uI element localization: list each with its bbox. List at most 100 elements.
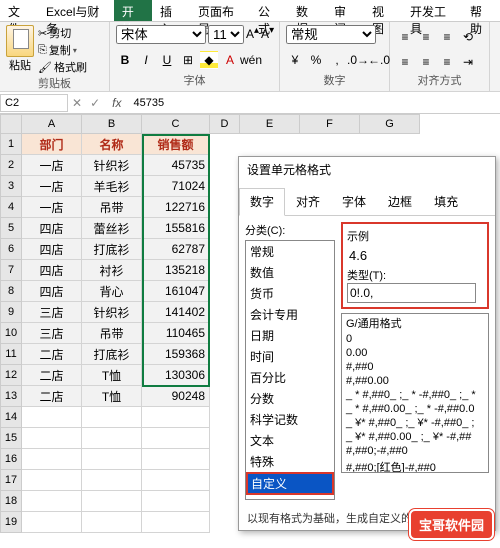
cell[interactable]: 四店: [22, 260, 82, 281]
cell[interactable]: 155816: [142, 218, 210, 239]
col-header[interactable]: G: [360, 114, 420, 134]
col-header[interactable]: B: [82, 114, 142, 134]
cell[interactable]: [22, 449, 82, 470]
bold-button[interactable]: B: [116, 51, 134, 69]
phonetic-button[interactable]: wén: [242, 51, 260, 69]
currency-button[interactable]: ¥: [286, 51, 304, 69]
row-header[interactable]: 10: [0, 323, 22, 344]
cell[interactable]: 三店: [22, 302, 82, 323]
cell[interactable]: 名称: [82, 134, 142, 155]
cell[interactable]: T恤: [82, 386, 142, 407]
menu-tab-10[interactable]: 帮助: [462, 0, 500, 21]
category-item[interactable]: 百分比: [246, 367, 334, 388]
cell[interactable]: 122716: [142, 197, 210, 218]
category-item[interactable]: 自定义: [246, 472, 334, 495]
cell[interactable]: 销售额: [142, 134, 210, 155]
row-header[interactable]: 7: [0, 260, 22, 281]
cell[interactable]: 针织衫: [82, 155, 142, 176]
align-bottom-icon[interactable]: ≡: [438, 28, 456, 46]
cell[interactable]: 吊带: [82, 323, 142, 344]
cell[interactable]: 135218: [142, 260, 210, 281]
cell[interactable]: 159368: [142, 344, 210, 365]
col-header[interactable]: D: [210, 114, 240, 134]
cell[interactable]: 二店: [22, 365, 82, 386]
row-header[interactable]: 14: [0, 407, 22, 428]
formula-input[interactable]: [129, 95, 500, 111]
align-top-icon[interactable]: ≡: [396, 28, 414, 46]
border-button[interactable]: ⊞: [179, 51, 197, 69]
cell[interactable]: 三店: [22, 323, 82, 344]
row-header[interactable]: 13: [0, 386, 22, 407]
cell[interactable]: [82, 407, 142, 428]
enter-icon[interactable]: ✓: [90, 96, 100, 110]
increase-font-icon[interactable]: A▴: [246, 25, 259, 44]
fill-color-button[interactable]: ◆: [200, 51, 218, 69]
cell[interactable]: 141402: [142, 302, 210, 323]
cancel-icon[interactable]: ✕: [72, 96, 82, 110]
cell[interactable]: 羊毛衫: [82, 176, 142, 197]
increase-decimal-button[interactable]: .0→: [349, 51, 367, 69]
cell[interactable]: [82, 428, 142, 449]
menu-tab-7[interactable]: 审阅: [326, 0, 364, 21]
menu-tab-4[interactable]: 页面布局: [190, 0, 250, 21]
decrease-font-icon[interactable]: A▾: [261, 25, 274, 44]
dialog-tab[interactable]: 字体: [331, 188, 377, 215]
cell[interactable]: [142, 407, 210, 428]
cell[interactable]: 130306: [142, 365, 210, 386]
cell[interactable]: 二店: [22, 344, 82, 365]
format-item[interactable]: 0.00: [342, 346, 488, 360]
format-item[interactable]: #,##0;-#,##0: [342, 444, 488, 458]
cell[interactable]: [82, 491, 142, 512]
cell[interactable]: [142, 491, 210, 512]
paste-label[interactable]: 粘贴: [9, 57, 31, 73]
format-item[interactable]: _ * #,##0_ ;_ * -#,##0_ ;_ *: [342, 388, 488, 402]
menu-tab-2[interactable]: 开始: [114, 0, 152, 21]
cell[interactable]: 打底衫: [82, 239, 142, 260]
category-item[interactable]: 特殊: [246, 451, 334, 472]
row-header[interactable]: 2: [0, 155, 22, 176]
col-header[interactable]: C: [142, 114, 210, 134]
copy-button[interactable]: ⎘复制▾: [38, 42, 87, 58]
cell[interactable]: 161047: [142, 281, 210, 302]
cell[interactable]: [22, 470, 82, 491]
cell[interactable]: [22, 491, 82, 512]
category-item[interactable]: 会计专用: [246, 304, 334, 325]
row-header[interactable]: 15: [0, 428, 22, 449]
decrease-decimal-button[interactable]: ←.0: [370, 51, 388, 69]
row-header[interactable]: 4: [0, 197, 22, 218]
cell[interactable]: 一店: [22, 155, 82, 176]
menu-tab-9[interactable]: 开发工具: [402, 0, 462, 21]
menu-tab-0[interactable]: 文件: [0, 0, 38, 21]
dialog-tab[interactable]: 填充: [423, 188, 469, 215]
format-item[interactable]: _ * #,##0.00_ ;_ * -#,##0.0: [342, 402, 488, 416]
cell[interactable]: 背心: [82, 281, 142, 302]
cell[interactable]: 71024: [142, 176, 210, 197]
underline-button[interactable]: U: [158, 51, 176, 69]
cell[interactable]: [82, 512, 142, 533]
category-item[interactable]: 货币: [246, 283, 334, 304]
cell[interactable]: 90248: [142, 386, 210, 407]
row-header[interactable]: 18: [0, 491, 22, 512]
category-item[interactable]: 时间: [246, 346, 334, 367]
cell[interactable]: [22, 407, 82, 428]
cell[interactable]: 吊带: [82, 197, 142, 218]
align-right-icon[interactable]: ≡: [438, 53, 456, 71]
cell[interactable]: [142, 470, 210, 491]
row-header[interactable]: 8: [0, 281, 22, 302]
number-format-select[interactable]: 常规: [286, 25, 376, 44]
format-item[interactable]: 0: [342, 332, 488, 346]
type-input[interactable]: [347, 283, 476, 303]
cell[interactable]: 110465: [142, 323, 210, 344]
font-color-button[interactable]: A: [221, 51, 239, 69]
menu-tab-8[interactable]: 视图: [364, 0, 402, 21]
dialog-tab[interactable]: 对齐: [285, 188, 331, 215]
cell[interactable]: T恤: [82, 365, 142, 386]
category-list[interactable]: 常规数值货币会计专用日期时间百分比分数科学记数文本特殊自定义: [245, 240, 335, 500]
cell[interactable]: 针织衫: [82, 302, 142, 323]
cell[interactable]: [142, 428, 210, 449]
cell[interactable]: 45735: [142, 155, 210, 176]
row-header[interactable]: 16: [0, 449, 22, 470]
cell[interactable]: 62787: [142, 239, 210, 260]
cut-button[interactable]: ✂剪切: [38, 25, 87, 41]
cell[interactable]: [82, 449, 142, 470]
